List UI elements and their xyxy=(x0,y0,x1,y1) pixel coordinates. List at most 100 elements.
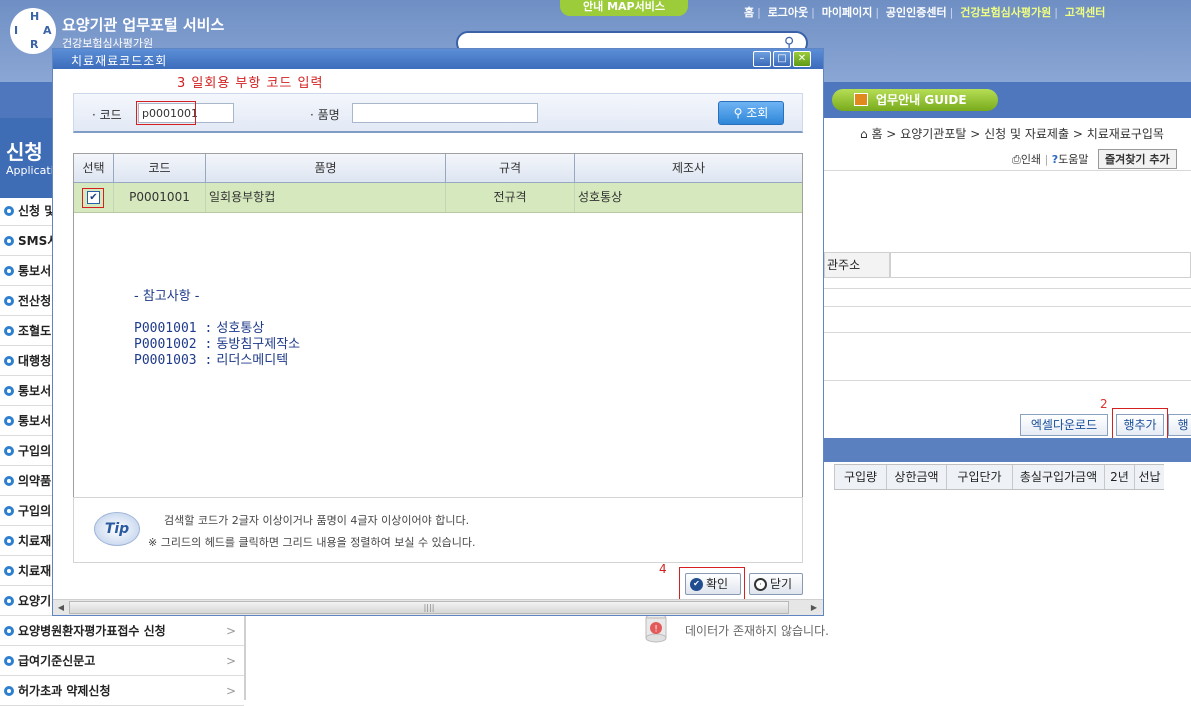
scroll-left-icon[interactable]: ◀ xyxy=(54,601,68,614)
chevron-right-icon: > xyxy=(226,654,237,668)
sidebar-item[interactable]: 요양병원환자평가표접수 신청 > xyxy=(0,616,244,646)
nav-logout[interactable]: 로그아웃 xyxy=(768,6,808,19)
table-row[interactable]: ✔ P0001001 일회용부항컵 전규격 성호통상 xyxy=(74,183,802,213)
row-name: 일회용부항컵 xyxy=(206,183,446,212)
sidebar-item-label: 신청 및 xyxy=(18,204,56,218)
confirm-button-label: 확인 xyxy=(706,577,729,591)
close-icon[interactable]: ✕ xyxy=(793,51,811,67)
highlight-box xyxy=(136,101,196,125)
note-line: P0001003 : 리더스메디텍 xyxy=(134,353,300,369)
side-menu-header: 신청 Applicati xyxy=(0,118,54,198)
no-data-message: 데이터가 존재하지 않습니다. xyxy=(685,624,829,638)
help-link[interactable]: 도움말 xyxy=(1058,153,1088,166)
select-cell[interactable]: ✔ xyxy=(74,183,114,212)
col-total-price[interactable]: 총실구입가금액 xyxy=(1012,465,1104,489)
nav-customer-center[interactable]: 고객센터 xyxy=(1065,6,1105,19)
nav-hira[interactable]: 건강보험심사평가원 xyxy=(960,6,1051,19)
bullet-icon xyxy=(4,236,14,246)
dialog-titlebar[interactable]: 치료재료코드조회 – □ ✕ xyxy=(53,49,823,69)
col-maker[interactable]: 제조사 xyxy=(575,154,802,182)
divider-line xyxy=(824,380,1191,381)
sidebar-item[interactable]: 허가초과 약제신청 > xyxy=(0,676,244,706)
sidebar-item[interactable]: 급여기준신문고 > xyxy=(0,646,244,676)
clock-icon: · xyxy=(754,578,767,591)
nav-home[interactable]: 홈 xyxy=(744,6,754,19)
logo-letter-r: R xyxy=(30,38,39,51)
breadcrumb-text: 홈 > 요양기관포탈 > 신청 및 자료제출 > 치료재료구입목 xyxy=(871,127,1164,141)
guide-button[interactable]: 업무안내 GUIDE xyxy=(832,89,998,111)
sidebar-item-label: 구입의 xyxy=(18,444,52,458)
sidebar-item-label: 전산청 xyxy=(18,294,52,308)
step-2-marker: 2 xyxy=(1100,397,1108,411)
close-button-label: 닫기 xyxy=(770,577,793,591)
bullet-icon xyxy=(4,506,14,516)
note-maker: 동방침구제작소 xyxy=(216,337,301,352)
print-link[interactable]: 인쇄 xyxy=(1021,153,1041,166)
sidebar-item-label: 허가초과 약제신청 xyxy=(18,684,111,698)
scrollbar-thumb[interactable]: |||| xyxy=(69,601,789,614)
step-3-marker: 3 일회용 부항 코드 입력 xyxy=(177,76,324,91)
address-label: 관주소 xyxy=(824,252,890,278)
book-icon xyxy=(854,93,868,106)
search-panel: · 코드 · 품명 ⚲ 조회 xyxy=(73,93,803,133)
col-select[interactable]: 선택 xyxy=(74,154,114,182)
divider-line xyxy=(824,306,1191,307)
sidebar-item-label: 치료재 xyxy=(18,534,52,548)
excel-download-button[interactable]: 엑셀다운로드 xyxy=(1020,414,1108,436)
map-service-tab[interactable]: 안내 MAP서비스 xyxy=(560,0,688,16)
sidebar-item-label: 요양기 xyxy=(18,594,52,608)
note-maker: 성호통상 xyxy=(216,321,265,336)
add-row-button[interactable]: 행추가 xyxy=(1116,414,1164,436)
magnifier-icon: ⚲ xyxy=(733,106,743,120)
col-unit-price[interactable]: 구입단가 xyxy=(946,465,1012,489)
bullet-icon xyxy=(4,326,14,336)
code-label: · 코드 xyxy=(92,108,122,122)
hira-logo[interactable]: H I R A xyxy=(10,8,56,54)
breadcrumb: ⌂ 홈 > 요양기관포탈 > 신청 및 자료제출 > 치료재료구입목 xyxy=(860,125,1164,142)
dialog-title: 치료재료코드조회 xyxy=(71,54,168,68)
nav-mypage[interactable]: 마이페이지 xyxy=(822,6,873,19)
tip-line-2: ※ 그리드의 헤드를 클릭하면 그리드 내용을 정렬하여 보실 수 있습니다. xyxy=(148,536,476,549)
note-code: P0001003 : xyxy=(134,353,213,368)
scroll-right-icon[interactable]: ▶ xyxy=(807,601,821,614)
name-label: · 품명 xyxy=(310,108,340,122)
maximize-icon[interactable]: □ xyxy=(773,51,791,67)
bullet-icon xyxy=(4,266,14,276)
query-button[interactable]: ⚲ 조회 xyxy=(718,101,784,125)
bullet-icon xyxy=(4,656,14,666)
col-two-year[interactable]: 2년 xyxy=(1104,465,1134,489)
sidebar-item-label: 치료재 xyxy=(18,564,52,578)
grid-toolbar xyxy=(824,438,1191,462)
minimize-icon[interactable]: – xyxy=(753,51,771,67)
bullet-icon xyxy=(4,416,14,426)
col-quantity[interactable]: 구입량 xyxy=(834,465,886,489)
note-maker: 리더스메디텍 xyxy=(216,353,289,368)
sidebar-item-label: 조혈도 xyxy=(18,324,52,338)
address-field[interactable] xyxy=(890,252,1191,278)
nav-cert-center[interactable]: 공인인증센터 xyxy=(886,6,947,19)
row-action-button[interactable]: 행 xyxy=(1168,414,1191,436)
horizontal-scrollbar[interactable]: ◀ |||| ▶ xyxy=(53,599,823,615)
sidebar-item-label: 통보서 xyxy=(18,264,52,278)
sidebar-item-label: 급여기준신문고 xyxy=(18,654,96,668)
confirm-button[interactable]: ✔ 확인 xyxy=(685,573,741,595)
utility-links: ⎙인쇄 | ?도움말 즐겨찾기 추가 xyxy=(1012,149,1177,169)
note-code: P0001002 : xyxy=(134,337,213,352)
chevron-right-icon: > xyxy=(226,624,237,638)
col-name[interactable]: 품명 xyxy=(206,154,446,182)
bullet-icon xyxy=(4,596,14,606)
bullet-icon xyxy=(4,206,14,216)
home-icon[interactable]: ⌂ xyxy=(860,127,868,141)
bullet-icon xyxy=(4,476,14,486)
favorite-button[interactable]: 즐겨찾기 추가 xyxy=(1098,149,1177,169)
col-prepaid[interactable]: 선납 xyxy=(1134,465,1164,489)
notes-title: - 참고사항 - xyxy=(134,289,200,304)
col-spec[interactable]: 규격 xyxy=(446,154,575,182)
tip-line-1: 검색할 코드가 2글자 이상이거나 품명이 4글자 이상이어야 합니다. xyxy=(164,514,470,527)
col-cap-amount[interactable]: 상한금액 xyxy=(886,465,946,489)
material-code-dialog: 치료재료코드조회 – □ ✕ 3 일회용 부항 코드 입력 · 코드 · 품명 … xyxy=(52,48,824,616)
close-button[interactable]: · 닫기 xyxy=(749,573,803,595)
col-code[interactable]: 코드 xyxy=(114,154,206,182)
logo-letter-a: A xyxy=(43,24,52,37)
name-input[interactable] xyxy=(352,103,538,123)
